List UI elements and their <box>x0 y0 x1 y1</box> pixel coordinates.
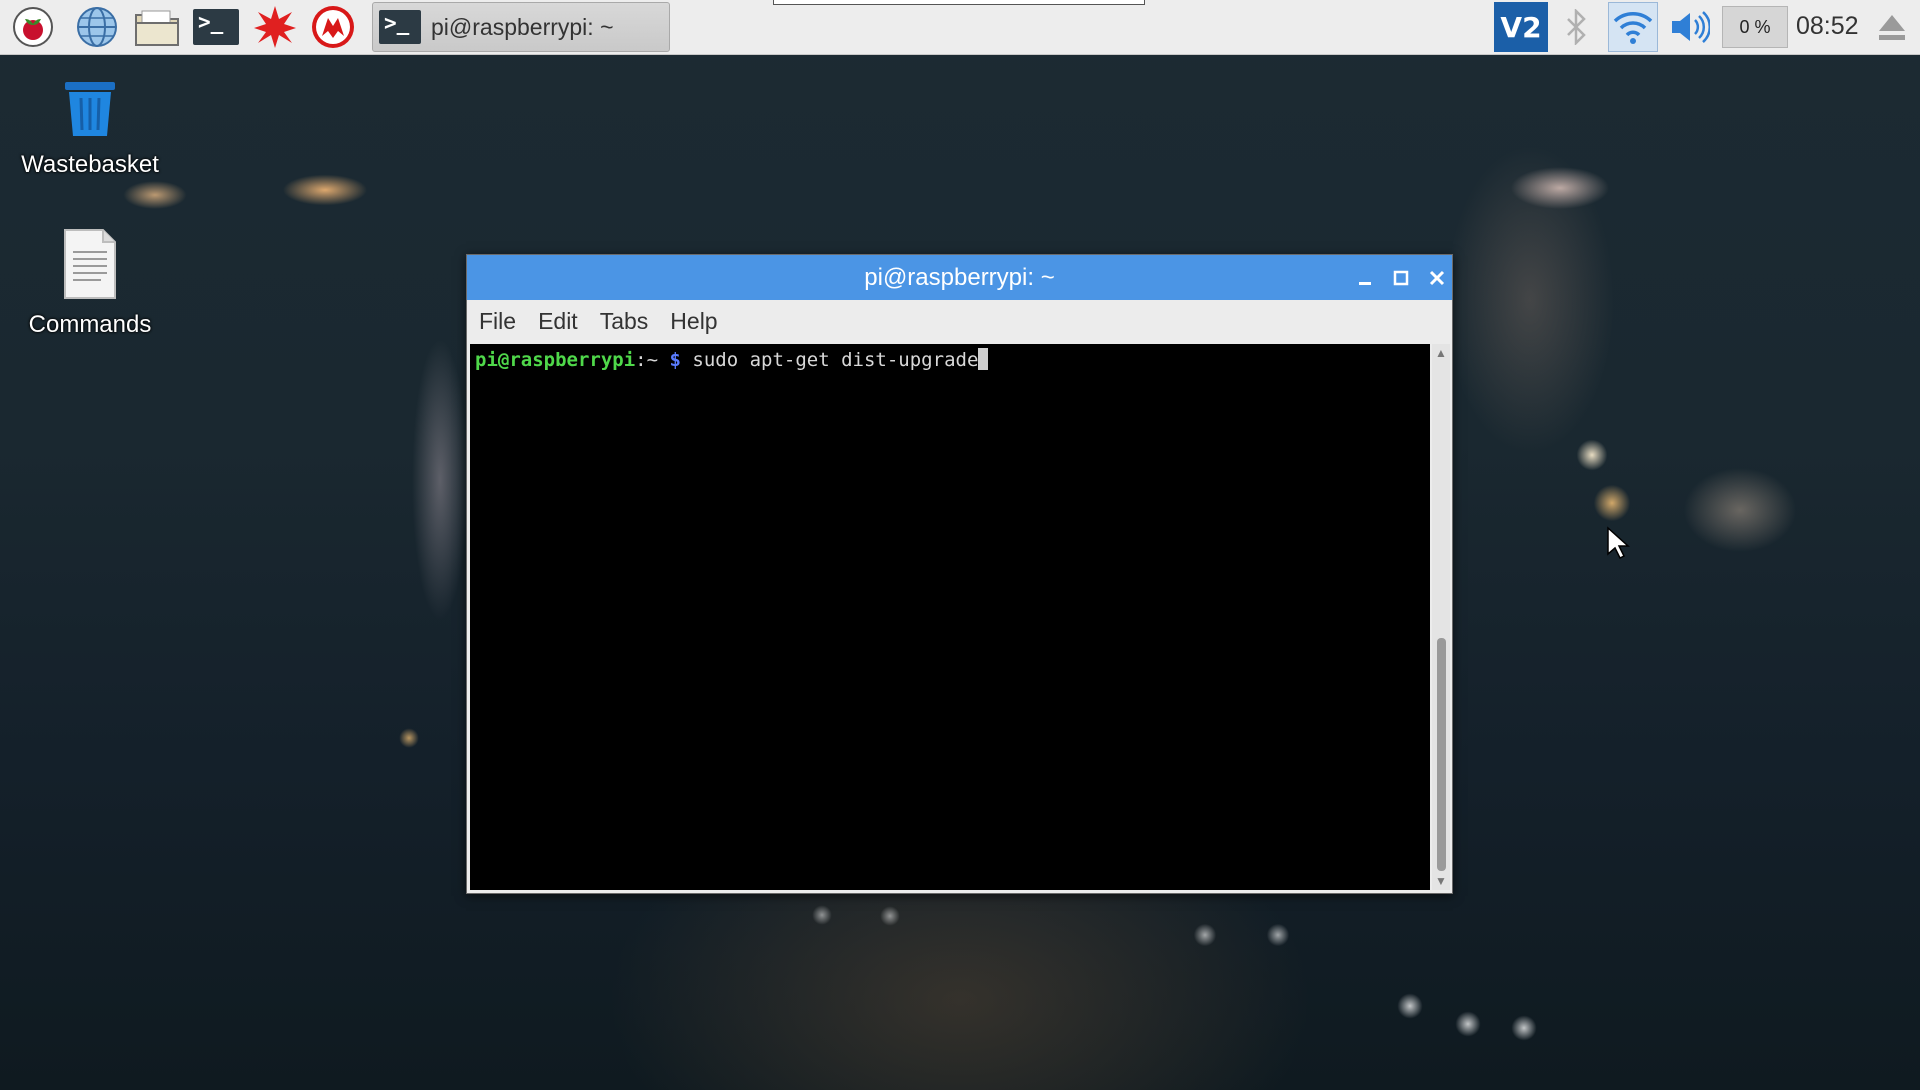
volume-icon[interactable] <box>1664 5 1714 49</box>
terminal-icon[interactable] <box>190 5 242 49</box>
desktop-icon-label: Commands <box>28 311 152 338</box>
prompt-path: :~ <box>635 349 659 371</box>
terminal-window: pi@raspberrypi: ~ File Edit Tabs Help pi… <box>466 254 1453 894</box>
close-icon[interactable] <box>1423 264 1451 292</box>
wifi-icon[interactable] <box>1608 2 1658 52</box>
minimize-icon[interactable] <box>1351 264 1379 292</box>
file-manager-icon[interactable] <box>132 5 182 49</box>
menu-bar: File Edit Tabs Help <box>467 300 1452 342</box>
web-browser-icon[interactable] <box>72 5 122 49</box>
vnc-icon[interactable]: V2 <box>1494 2 1548 52</box>
scroll-down-icon[interactable]: ▼ <box>1432 872 1450 890</box>
scroll-up-icon[interactable]: ▲ <box>1432 344 1450 362</box>
scrollbar[interactable]: ▲ ▼ <box>1432 344 1450 890</box>
text-file-icon <box>15 228 165 305</box>
text-cursor <box>978 348 989 370</box>
wolfram-icon[interactable] <box>308 5 358 49</box>
menu-file[interactable]: File <box>479 308 516 335</box>
mathematica-icon[interactable] <box>250 5 300 49</box>
eject-icon[interactable] <box>1872 5 1912 49</box>
cpu-usage-text: 0 % <box>1739 16 1771 37</box>
window-title: pi@raspberrypi: ~ <box>864 264 1055 291</box>
desktop-icon-label: Wastebasket <box>21 151 159 178</box>
desktop-icon-wastebasket[interactable]: Wastebasket <box>15 78 165 179</box>
raspberry-menu-icon[interactable] <box>8 5 58 49</box>
scrollbar-thumb[interactable] <box>1437 638 1446 871</box>
trash-icon <box>15 78 165 145</box>
window-titlebar[interactable]: pi@raspberrypi: ~ <box>467 255 1452 300</box>
command-line: pi@raspberrypi:~ $ sudo apt-get dist-upg… <box>475 348 989 371</box>
mouse-pointer-icon <box>1606 526 1630 565</box>
clock[interactable]: 08:52 <box>1796 12 1859 41</box>
desktop-icon-commands[interactable]: Commands <box>15 228 165 339</box>
terminal-icon <box>379 10 421 44</box>
terminal-output[interactable]: pi@raspberrypi:~ $ sudo apt-get dist-upg… <box>470 344 1430 890</box>
bluetooth-icon[interactable] <box>1556 5 1596 49</box>
menu-edit[interactable]: Edit <box>538 308 578 335</box>
taskbar-window-label: pi@raspberrypi: ~ <box>431 13 614 40</box>
typed-command: sudo apt-get dist-upgrade <box>692 349 979 371</box>
cpu-monitor[interactable]: 0 % <box>1722 6 1788 48</box>
prompt-symbol: $ <box>669 349 681 371</box>
menu-help[interactable]: Help <box>670 308 717 335</box>
menu-tabs[interactable]: Tabs <box>600 308 649 335</box>
prompt-user-host: pi@raspberrypi <box>475 349 636 371</box>
maximize-icon[interactable] <box>1387 264 1415 292</box>
top-panel: pi@raspberrypi: ~ V2 0 % 08:52 <box>0 0 1920 55</box>
taskbar-terminal-button[interactable]: pi@raspberrypi: ~ <box>372 2 670 52</box>
panel-spacer <box>773 0 1145 5</box>
